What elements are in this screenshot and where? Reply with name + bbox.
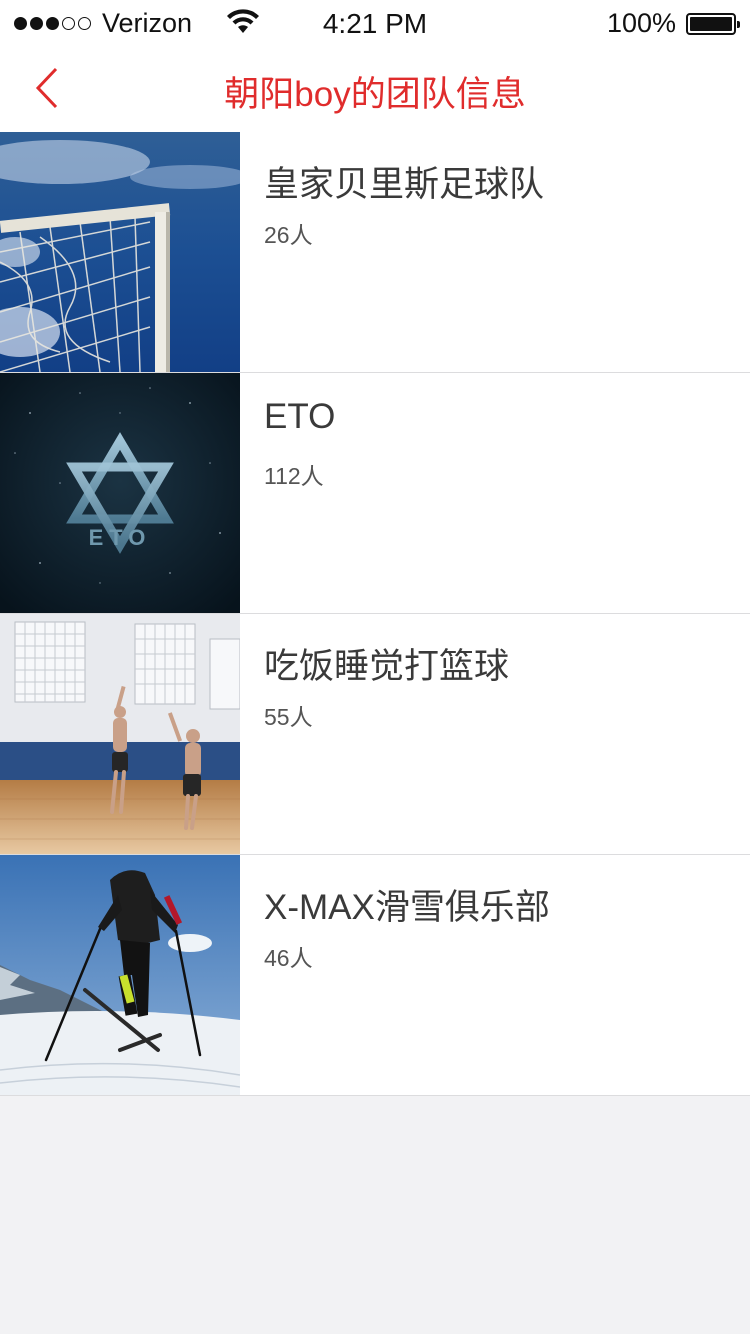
team-row[interactable]: ETO ETO 112人 [0,373,750,614]
team-row[interactable]: 皇家贝里斯足球队 26人 [0,132,750,373]
team-name: ETO [264,397,336,436]
back-button[interactable] [22,62,72,114]
team-thumbnail-skier [0,855,240,1095]
page-title: 朝阳boy的团队信息 [224,75,526,114]
team-name: X-MAX滑雪俱乐部 [264,888,550,927]
team-member-count: 46人 [264,945,313,971]
team-member-count: 112人 [264,463,324,489]
battery-percent: 100% [606,8,676,38]
team-name: 皇家贝里斯足球队 [264,165,545,204]
navigation-bar: 朝阳boy的团队信息 [0,44,750,132]
team-thumbnail-eto-logo: ETO [0,373,240,613]
status-bar: Verizon 4:21 PM 100% [0,0,750,44]
svg-text:ETO: ETO [89,525,152,550]
team-row[interactable]: X-MAX滑雪俱乐部 46人 [0,855,750,1096]
team-member-count: 55人 [264,704,313,730]
battery-status: 100% [606,8,740,39]
team-list: 皇家贝里斯足球队 26人 ETO ETO 112人 吃饭睡觉打篮球 55人 X-… [0,132,750,1096]
team-thumbnail-basketball-gym [0,614,240,854]
battery-icon [686,12,740,35]
team-name: 吃饭睡觉打篮球 [264,647,510,686]
chevron-left-icon [35,67,58,109]
team-member-count: 26人 [264,222,313,248]
team-thumbnail-soccer-goal [0,132,240,372]
team-row[interactable]: 吃饭睡觉打篮球 55人 [0,614,750,855]
